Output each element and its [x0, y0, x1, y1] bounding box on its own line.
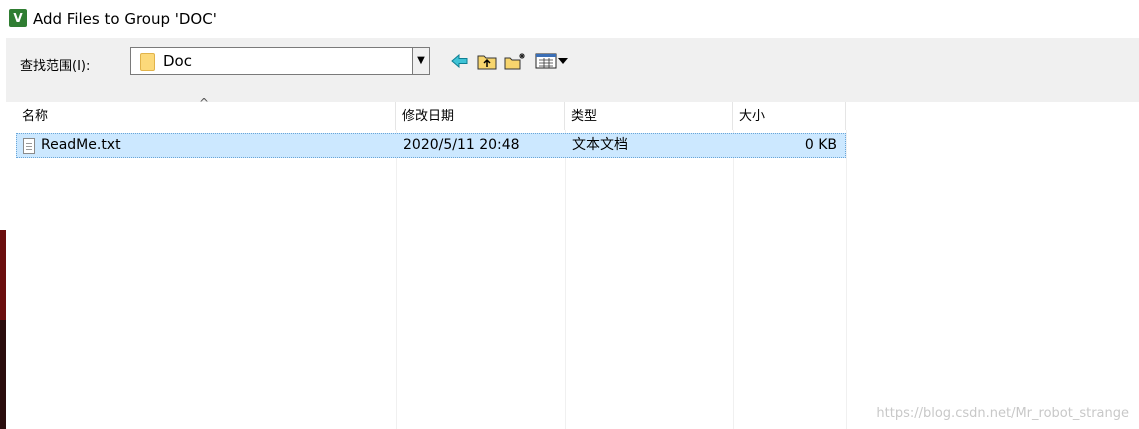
- file-row[interactable]: ReadMe.txt 2020/5/11 20:48 文本文档 0 KB: [16, 133, 846, 158]
- window-title: Add Files to Group 'DOC': [33, 10, 217, 28]
- back-button[interactable]: [450, 51, 470, 71]
- column-header-size[interactable]: 大小: [733, 102, 846, 130]
- column-header-type[interactable]: 类型: [565, 102, 733, 130]
- text-file-icon: [23, 137, 35, 154]
- file-size: 0 KB: [804, 137, 837, 153]
- keil-uvision-icon: V: [9, 9, 27, 27]
- folder-icon: [140, 53, 155, 71]
- up-one-level-button[interactable]: [476, 51, 498, 71]
- title-bar[interactable]: V Add Files to Group 'DOC': [6, 0, 1139, 38]
- file-name-cell: ReadMe.txt: [17, 134, 397, 157]
- view-menu-icon: [535, 53, 568, 69]
- look-in-value: Doc: [163, 52, 192, 70]
- new-folder-button[interactable]: [504, 51, 526, 71]
- column-header-modified[interactable]: 修改日期: [396, 102, 565, 130]
- up-folder-icon: [477, 55, 497, 70]
- look-in-combobox[interactable]: Doc ▼: [130, 47, 430, 75]
- column-header-row: 名称 修改日期 类型 大小: [16, 102, 846, 130]
- back-arrow-icon: [451, 54, 468, 68]
- look-in-label: 查找范围(I):: [20, 59, 91, 74]
- toolbar: 查找范围(I): Doc ▼: [6, 38, 1139, 102]
- column-divider: [733, 130, 734, 429]
- watermark: https://blog.csdn.net/Mr_robot_strange: [876, 406, 1129, 421]
- file-modified: 2020/5/11 20:48: [403, 137, 520, 153]
- view-menu-button[interactable]: [534, 51, 570, 71]
- file-name: ReadMe.txt: [41, 137, 121, 153]
- column-divider: [565, 130, 566, 429]
- file-dialog: V Add Files to Group 'DOC' 查找范围(I): Doc …: [0, 0, 1139, 429]
- chevron-down-icon[interactable]: ▼: [412, 48, 429, 74]
- new-folder-icon: [504, 53, 525, 70]
- column-divider: [396, 130, 397, 429]
- file-list[interactable]: ^ 名称 修改日期 类型 大小 ReadMe.txt 2020/5/11 20:…: [6, 96, 1139, 429]
- file-type: 文本文档: [572, 137, 628, 153]
- column-divider: [846, 130, 847, 429]
- column-header-name[interactable]: 名称: [16, 102, 396, 130]
